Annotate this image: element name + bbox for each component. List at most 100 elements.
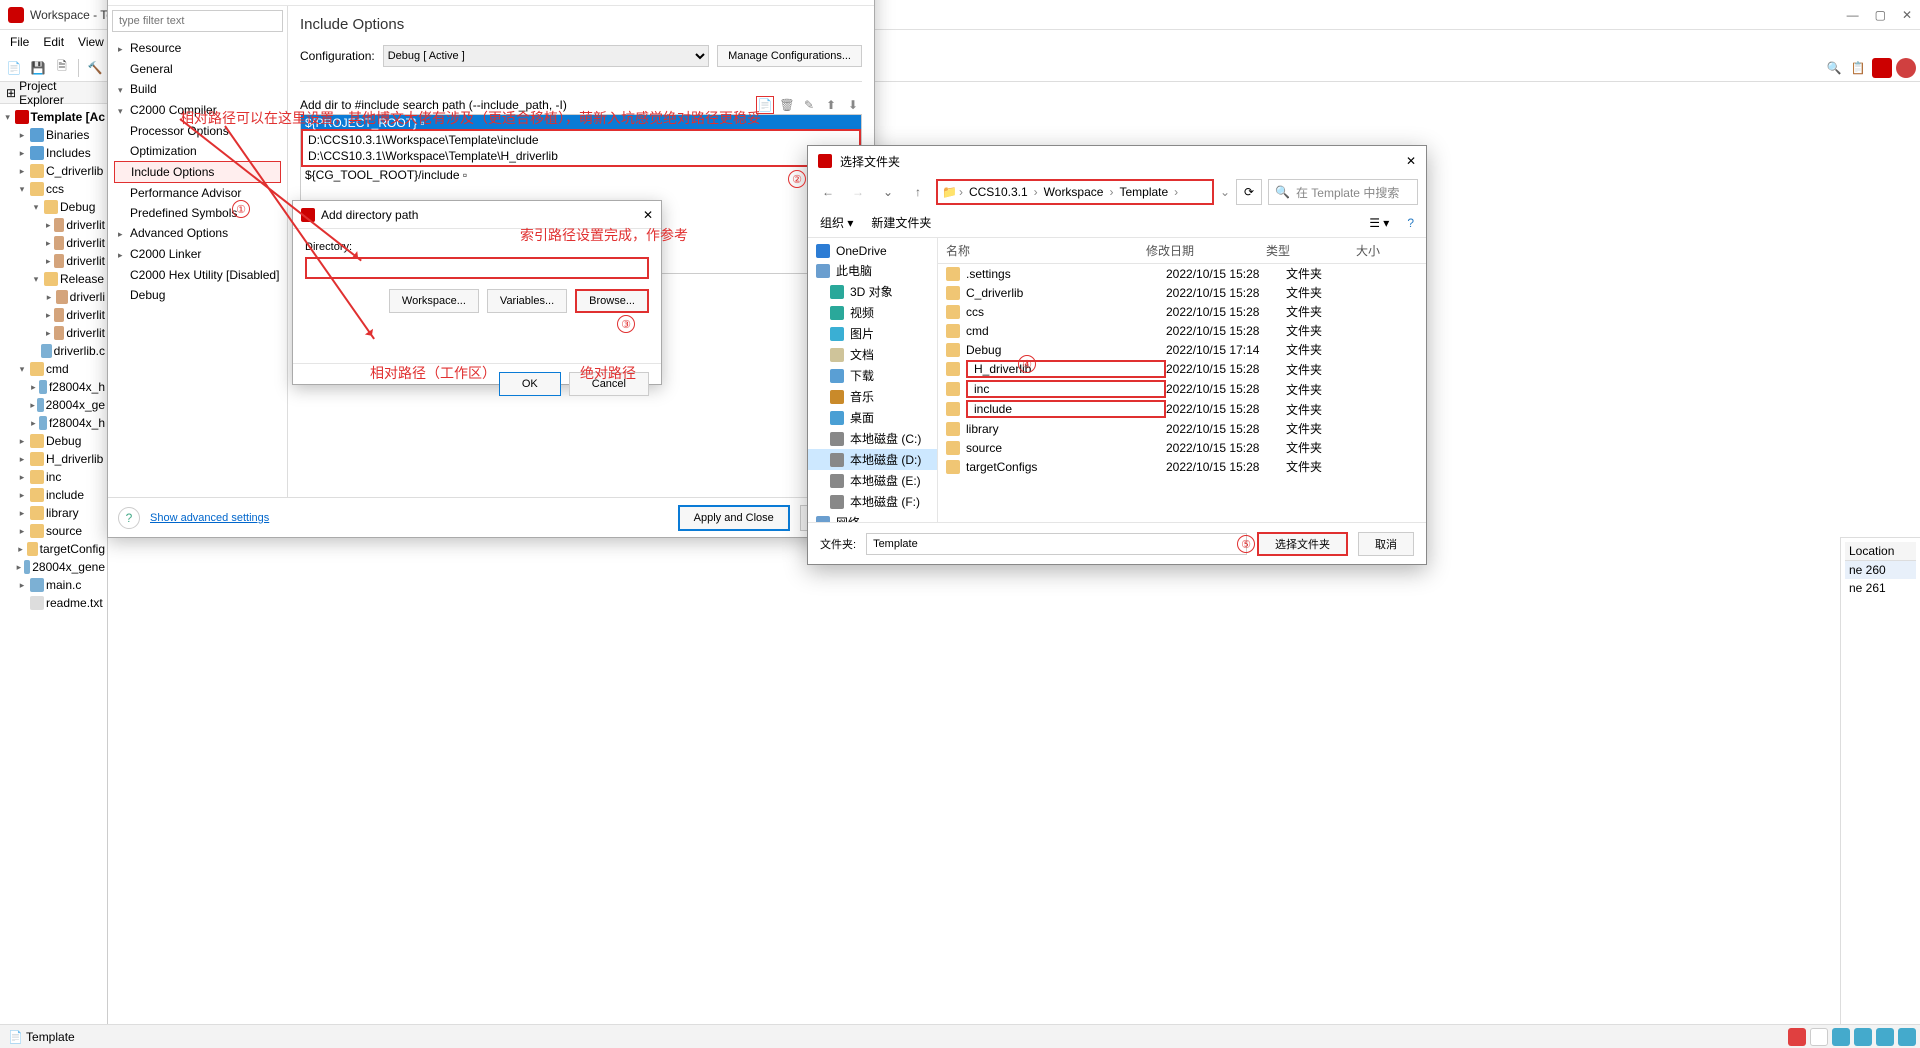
variables-button[interactable]: Variables... <box>487 289 567 313</box>
folder-row[interactable]: library2022/10/15 15:28文件夹 <box>938 419 1426 438</box>
tree-item[interactable]: ▾cmd <box>2 360 105 378</box>
organize-menu[interactable]: 组织 ▾ <box>820 214 853 231</box>
prop-tree-item[interactable]: Optimization <box>114 141 281 161</box>
ime-toolbar[interactable] <box>1788 1028 1916 1046</box>
sidebar-location[interactable]: 本地磁盘 (E:) <box>808 470 937 491</box>
manage-config-button[interactable]: Manage Configurations... <box>717 45 862 67</box>
tree-item[interactable]: ▸targetConfig <box>2 540 105 558</box>
browse-file-list[interactable]: 名称 修改日期 类型 大小 .settings2022/10/15 15:28文… <box>938 238 1426 522</box>
tree-item[interactable]: ▾Debug <box>2 198 105 216</box>
folder-row[interactable]: source2022/10/15 15:28文件夹 <box>938 438 1426 457</box>
tree-item[interactable]: ▸driverlit <box>2 252 105 270</box>
help-icon[interactable]: ? <box>1407 216 1414 230</box>
save-all-icon[interactable]: 🗎 <box>52 58 72 78</box>
prop-tree-item[interactable]: Include Options <box>114 161 281 183</box>
prop-tree-item[interactable]: ▸Resource <box>114 38 281 59</box>
dialog-close-icon[interactable]: ✕ <box>643 208 653 222</box>
prop-tree-item[interactable]: Predefined Symbols <box>114 203 281 223</box>
tree-item[interactable]: ▾Template [Ac <box>2 108 105 126</box>
folder-row[interactable]: Debug2022/10/15 17:14文件夹 <box>938 340 1426 359</box>
filter-input[interactable] <box>112 10 283 32</box>
folder-row[interactable]: targetConfigs2022/10/15 15:28文件夹 <box>938 457 1426 476</box>
prop-tree-item[interactable]: General <box>114 59 281 79</box>
tree-item[interactable]: ▸C_driverlib <box>2 162 105 180</box>
project-tree[interactable]: ▾Template [Ac▸Binaries▸Includes▸C_driver… <box>0 104 107 616</box>
tree-item[interactable]: ▸library <box>2 504 105 522</box>
tree-item[interactable]: ▸driverlit <box>2 324 105 342</box>
cancel-button[interactable]: Cancel <box>569 372 649 396</box>
cancel-button[interactable]: 取消 <box>1358 532 1414 556</box>
ccs-persp-icon[interactable] <box>1872 58 1892 78</box>
folder-row[interactable]: H_driverlib2022/10/15 15:28文件夹 <box>938 359 1426 379</box>
sidebar-location[interactable]: 本地磁盘 (F:) <box>808 491 937 512</box>
tree-item[interactable]: ▸f28004x_h <box>2 414 105 432</box>
folder-row[interactable]: include2022/10/15 15:28文件夹 <box>938 399 1426 419</box>
move-down-icon[interactable]: ⬇ <box>844 96 862 114</box>
prop-tree-item[interactable]: ▾C2000 Compiler <box>114 100 281 121</box>
help-icon[interactable]: ? <box>118 507 140 529</box>
sidebar-location[interactable]: 下载 <box>808 365 937 386</box>
edit-path-icon[interactable]: ✎ <box>800 96 818 114</box>
folder-row[interactable]: cmd2022/10/15 15:28文件夹 <box>938 321 1426 340</box>
tree-item[interactable]: ▸28004x_ge <box>2 396 105 414</box>
col-date[interactable]: 修改日期 <box>1138 238 1258 263</box>
build-icon[interactable]: 🔨 <box>85 58 105 78</box>
apply-close-button[interactable]: Apply and Close <box>678 505 790 531</box>
directory-input[interactable] <box>305 257 649 279</box>
sidebar-location[interactable]: 3D 对象 <box>808 281 937 302</box>
save-icon[interactable]: 💾 <box>28 58 48 78</box>
maximize-icon[interactable]: ▢ <box>1875 8 1886 22</box>
search-input[interactable]: 🔍 在 Template 中搜索 <box>1268 179 1418 205</box>
tree-item[interactable]: ▾ccs <box>2 180 105 198</box>
search-icon[interactable]: 🔍 <box>1824 58 1844 78</box>
sidebar-location[interactable]: 音乐 <box>808 386 937 407</box>
tree-item[interactable]: ▸include <box>2 486 105 504</box>
tree-item[interactable]: ▸28004x_gene <box>2 558 105 576</box>
properties-tree[interactable]: ▸ResourceGeneral▾Build▾C2000 CompilerPro… <box>112 32 283 311</box>
dialog-close-icon[interactable]: ✕ <box>1406 154 1416 168</box>
sidebar-location[interactable]: 文档 <box>808 344 937 365</box>
delete-path-icon[interactable]: 🗑 <box>778 96 796 114</box>
nav-recent-icon[interactable]: ⌄ <box>876 180 900 204</box>
sidebar-location[interactable]: 图片 <box>808 323 937 344</box>
folder-row[interactable]: inc2022/10/15 15:28文件夹 <box>938 379 1426 399</box>
tree-item[interactable]: ▸H_driverlib <box>2 450 105 468</box>
browse-sidebar[interactable]: OneDrive此电脑3D 对象视频图片文档下载音乐桌面本地磁盘 (C:)本地磁… <box>808 238 938 522</box>
tree-item[interactable]: ▸driverli <box>2 288 105 306</box>
tree-item[interactable]: ▸Binaries <box>2 126 105 144</box>
close-icon[interactable]: ✕ <box>1902 8 1912 22</box>
prop-tree-item[interactable]: C2000 Hex Utility [Disabled] <box>114 265 281 285</box>
folder-row[interactable]: C_driverlib2022/10/15 15:28文件夹 <box>938 283 1426 302</box>
folder-row[interactable]: .settings2022/10/15 15:28文件夹 <box>938 264 1426 283</box>
prop-tree-item[interactable]: ▸C2000 Linker <box>114 244 281 265</box>
problems-row[interactable]: ne 260 <box>1845 561 1916 579</box>
tree-item[interactable]: ▸source <box>2 522 105 540</box>
tree-item[interactable]: ▸inc <box>2 468 105 486</box>
menu-file[interactable]: File <box>4 33 35 51</box>
prop-tree-item[interactable]: Performance Advisor <box>114 183 281 203</box>
tree-item[interactable]: ▸f28004x_h <box>2 378 105 396</box>
move-up-icon[interactable]: ⬆ <box>822 96 840 114</box>
prop-tree-item[interactable]: ▾Build <box>114 79 281 100</box>
ok-button[interactable]: OK <box>499 372 561 396</box>
tree-item[interactable]: ▸driverlit <box>2 306 105 324</box>
col-name[interactable]: 名称 <box>938 238 1138 263</box>
tree-item[interactable]: driverlib.c <box>2 342 105 360</box>
refresh-icon[interactable]: ⟳ <box>1236 179 1262 205</box>
sidebar-location[interactable]: 本地磁盘 (C:) <box>808 428 937 449</box>
sidebar-location[interactable]: 网络 <box>808 512 937 522</box>
tree-item[interactable]: ▸Includes <box>2 144 105 162</box>
add-path-icon[interactable]: 📄 <box>756 96 774 114</box>
sidebar-location[interactable]: 视频 <box>808 302 937 323</box>
config-select[interactable]: Debug [ Active ] <box>383 45 709 67</box>
tree-item[interactable]: readme.txt <box>2 594 105 612</box>
menu-view[interactable]: View <box>72 33 110 51</box>
include-path-item[interactable]: D:\CCS10.3.1\Workspace\Template\include <box>304 132 858 148</box>
include-path-item[interactable]: ${CG_TOOL_ROOT}/include ▫ <box>301 167 861 183</box>
prop-tree-item[interactable]: Debug <box>114 285 281 305</box>
tree-item[interactable]: ▸main.c <box>2 576 105 594</box>
tree-item[interactable]: ▾Release <box>2 270 105 288</box>
nav-up-icon[interactable]: ↑ <box>906 180 930 204</box>
col-type[interactable]: 类型 <box>1258 238 1348 263</box>
col-size[interactable]: 大小 <box>1348 238 1426 263</box>
